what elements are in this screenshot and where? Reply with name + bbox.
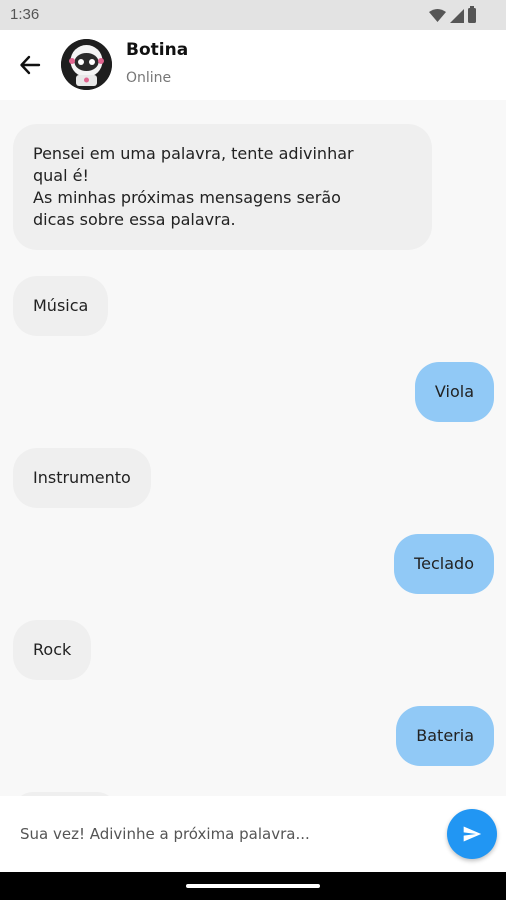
navigation-bar — [0, 872, 506, 900]
input-bar — [0, 796, 506, 872]
send-icon — [463, 826, 482, 842]
bot-message: Rock — [13, 620, 92, 680]
bot-message: Instrumento — [13, 448, 151, 508]
status-bar: 1:36 — [0, 0, 506, 30]
arrow-left-icon — [20, 55, 41, 75]
status-icons — [429, 6, 476, 23]
user-message: Teclado — [394, 534, 494, 594]
battery-icon — [468, 6, 476, 23]
send-button[interactable] — [447, 809, 497, 859]
bot-message: Música — [13, 276, 109, 336]
avatar — [61, 39, 112, 90]
contact-status: Online — [126, 70, 172, 86]
user-message: Bateria — [396, 706, 494, 766]
user-message: Viola — [414, 362, 494, 422]
bot-message-intro: Pensei em uma palavra, tente adivinhar q… — [13, 124, 432, 250]
home-indicator[interactable] — [186, 884, 320, 888]
back-button[interactable] — [14, 49, 46, 81]
signal-icon — [450, 8, 464, 23]
status-time: 1:36 — [10, 6, 40, 23]
message-input[interactable] — [0, 796, 440, 872]
wifi-icon — [429, 9, 446, 22]
app-header: Botina Online — [0, 30, 506, 100]
robot-avatar — [61, 39, 112, 90]
contact-name: Botina — [126, 40, 189, 60]
chat-area[interactable]: Pensei em uma palavra, tente adivinhar q… — [0, 100, 506, 796]
